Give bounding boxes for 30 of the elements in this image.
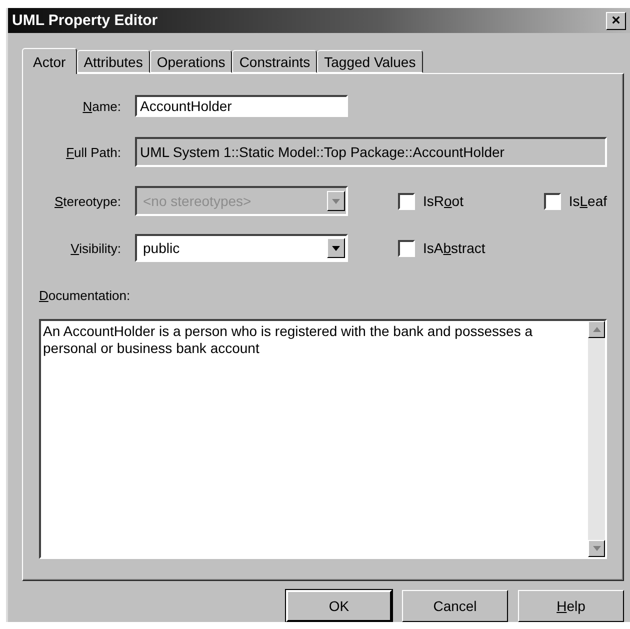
dialog-button[interactable]: Cancel: [402, 590, 508, 622]
checkbox[interactable]: IsAbstract: [398, 240, 607, 256]
dropdown-button[interactable]: [327, 238, 345, 258]
field-label: Name:: [82, 98, 122, 114]
caret-up-icon: [592, 327, 600, 332]
checkbox[interactable]: IsRoot: [398, 192, 464, 210]
field-label: Visibility:: [70, 240, 122, 256]
field-label: Documentation:: [39, 288, 132, 303]
checkbox[interactable]: IsLeaf: [544, 192, 607, 210]
caret-down-icon: [332, 246, 340, 250]
window-title: UML Property Editor: [12, 12, 158, 29]
tab[interactable]: Attributes: [76, 50, 150, 73]
scrollbar[interactable]: [588, 321, 605, 557]
full-path-field: UML System 1::Static Model::Top Package::AccountHolder: [135, 137, 607, 167]
documentation-field[interactable]: An AccountHolder is a person who is registered with the bank and possesses a personal or business bank account: [39, 319, 607, 559]
field-label: Stereotype:: [54, 194, 122, 208]
field-label: Full Path:: [65, 144, 122, 160]
name-field[interactable]: AccountHolder: [135, 95, 348, 117]
caret-down-icon: [332, 198, 340, 204]
dialog-button[interactable]: OK: [286, 590, 392, 622]
tab[interactable]: Tagged Values: [317, 50, 423, 73]
dialog-button[interactable]: Help: [518, 590, 624, 622]
tab[interactable]: Operations: [150, 50, 232, 73]
close-button[interactable]: ×: [606, 12, 626, 30]
caret-down-icon: [592, 546, 600, 551]
visibility-dropdown[interactable]: public: [135, 234, 348, 262]
scroll-up-button[interactable]: [588, 321, 605, 338]
scroll-down-button[interactable]: [588, 540, 605, 557]
tab[interactable]: Constraints: [232, 50, 318, 73]
tab[interactable]: Actor: [22, 48, 77, 74]
